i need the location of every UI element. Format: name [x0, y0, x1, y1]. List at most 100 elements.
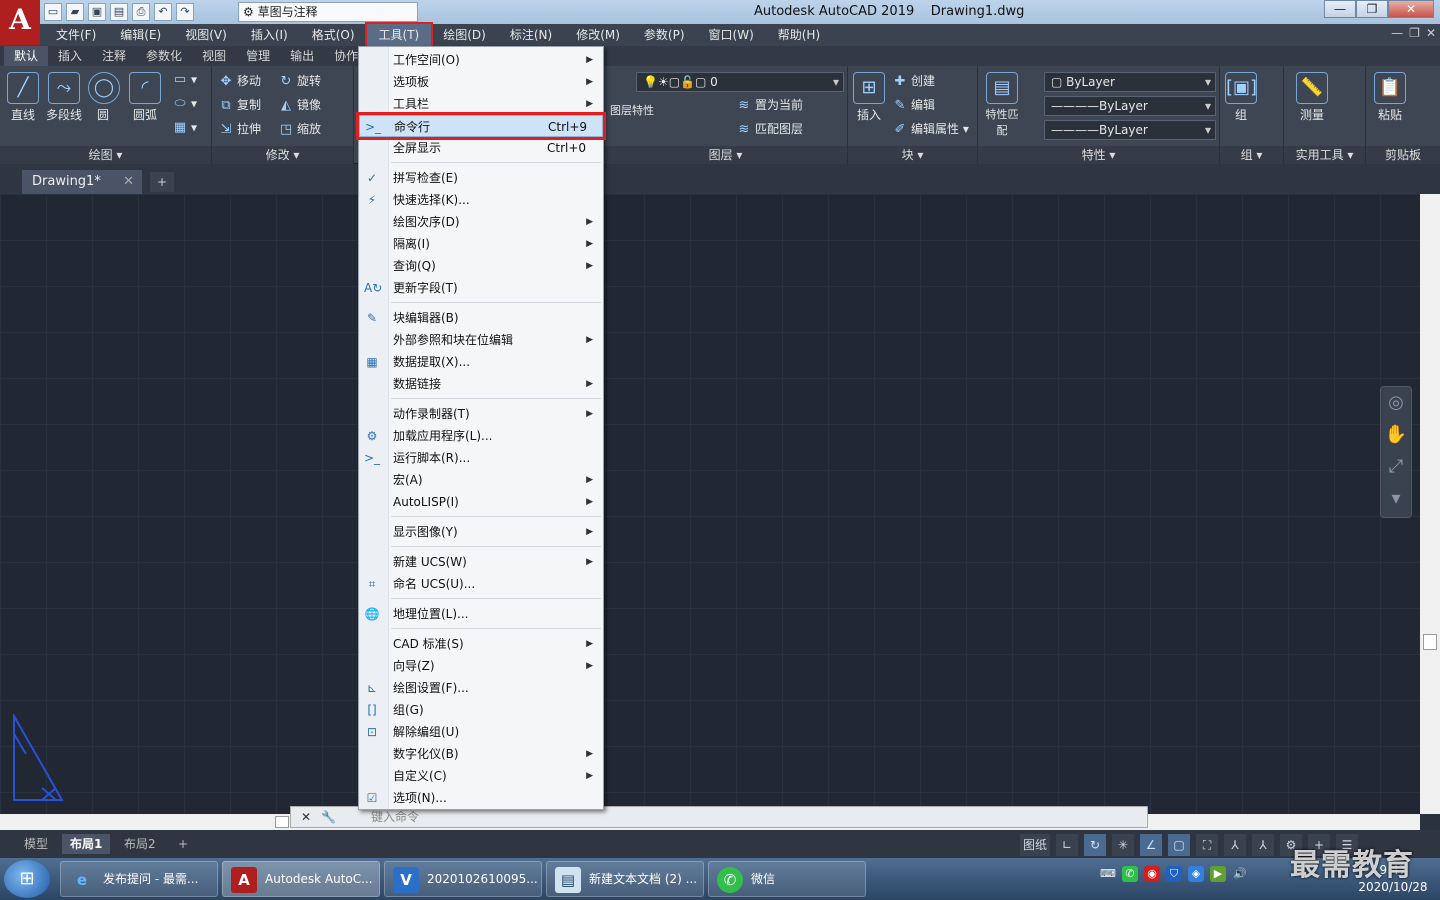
annotation-icon[interactable]: ⅄	[1224, 834, 1247, 856]
tools-menu-item-17[interactable]: >_ 运行脚本(R)...	[359, 447, 603, 469]
osnap-icon[interactable]: ∠	[1140, 834, 1163, 856]
vertical-scrollbar[interactable]	[1420, 194, 1440, 814]
groups-panel-label[interactable]: 组 ▾	[1220, 146, 1283, 164]
tools-menu-item-1[interactable]: 选项板 ▶	[359, 71, 603, 93]
application-menu-button[interactable]: A	[0, 0, 40, 45]
rectangle-tool[interactable]: ▭ ▾	[172, 72, 197, 88]
utilities-panel-label[interactable]: 实用工具 ▾	[1284, 146, 1365, 164]
tools-menu-item-25[interactable]: 向导(Z) ▶	[359, 655, 603, 677]
ribbon-tab-6[interactable]: 输出	[280, 46, 324, 66]
tools-menu-item-8[interactable]: 隔离(I) ▶	[359, 233, 603, 255]
circle-tool[interactable]: ◯ 圆	[88, 72, 120, 123]
tools-menu-item-31[interactable]: ☑ 选项(N)...	[359, 787, 603, 809]
ribbon-tab-0[interactable]: 默认	[4, 46, 49, 66]
new-file-icon[interactable]: ▭	[44, 3, 62, 21]
linetype-dropdown[interactable]: ————ByLayer	[1044, 96, 1216, 116]
ortho-icon[interactable]: ↻	[1084, 834, 1107, 856]
edit-attributes-tool[interactable]: ✐ 编辑属性 ▾	[892, 120, 969, 138]
rotate-tool[interactable]: ↻ 旋转	[278, 72, 321, 90]
task-autocad[interactable]: A Autodesk AutoC...	[222, 861, 380, 897]
layer-properties-tool[interactable]: 图层特性	[610, 102, 654, 118]
zoom-extents-icon[interactable]: ⤢	[1381, 451, 1411, 483]
ribbon-tab-2[interactable]: 注释	[92, 46, 136, 66]
menu-tools[interactable]: 工具(T)	[364, 22, 434, 48]
tools-menu-item-6[interactable]: ⚡ 快速选择(K)...	[359, 189, 603, 211]
tools-menu-item-29[interactable]: 数字化仪(B) ▶	[359, 743, 603, 765]
copy-tool[interactable]: ⧉ 复制	[218, 96, 261, 114]
tab-layout2[interactable]: 布局2	[116, 834, 164, 854]
task-notepad[interactable]: ▤ 新建文本文档 (2) ...	[546, 861, 704, 897]
paste-tool[interactable]: 📋 粘贴	[1372, 72, 1408, 123]
pan-hand-icon[interactable]: ✋	[1381, 419, 1411, 451]
tools-menu-item-24[interactable]: CAD 标准(S) ▶	[359, 633, 603, 655]
modify-panel-label[interactable]: 修改 ▾	[212, 146, 353, 164]
task-video[interactable]: V 2020102610095...	[384, 861, 542, 897]
command-input[interactable]: 键入命令	[371, 807, 419, 827]
tools-menu-item-22[interactable]: ⌗ 命名 UCS(U)...	[359, 573, 603, 595]
scale-tool[interactable]: ◳ 缩放	[278, 120, 321, 138]
hatch-tool[interactable]: ▦ ▾	[172, 120, 197, 136]
viewport-icon[interactable]: ⛶	[1196, 834, 1219, 856]
tools-menu-item-28[interactable]: ⊡ 解除编组(U)	[359, 721, 603, 743]
tools-menu-item-20[interactable]: 显示图像(Y) ▶	[359, 521, 603, 543]
lineweight-dropdown[interactable]: ————ByLayer	[1044, 120, 1216, 140]
tools-menu-item-10[interactable]: A↻ 更新字段(T)	[359, 277, 603, 299]
block-panel-label[interactable]: 块 ▾	[848, 146, 977, 164]
doc-restore-icon[interactable]: ❐	[1409, 26, 1420, 40]
ribbon-tab-1[interactable]: 插入	[48, 46, 92, 66]
keyboard-icon[interactable]: ⌨	[1100, 866, 1116, 882]
ribbon-tab-4[interactable]: 视图	[192, 46, 236, 66]
tools-menu-item-30[interactable]: 自定义(C) ▶	[359, 765, 603, 787]
layers-panel-label[interactable]: 图层 ▾	[604, 146, 847, 164]
redo-icon[interactable]: ↷	[176, 3, 194, 21]
ellipse-tool[interactable]: ⬭ ▾	[172, 96, 197, 112]
color-dropdown[interactable]: ▢ ByLayer	[1044, 72, 1216, 92]
polyline-tool[interactable]: ⤳ 多段线	[44, 72, 84, 123]
edit-block-tool[interactable]: ✎ 编辑	[892, 96, 935, 114]
tools-menu-item-16[interactable]: ⚙ 加载应用程序(L)...	[359, 425, 603, 447]
save-icon[interactable]: ▣	[88, 3, 106, 21]
steering-wheel-icon[interactable]: ◎	[1381, 387, 1411, 419]
ribbon-tab-5[interactable]: 管理	[236, 46, 280, 66]
menu-item-4[interactable]: 格式(O)	[300, 24, 367, 46]
tools-menu-item-19[interactable]: AutoLISP(I) ▶	[359, 491, 603, 513]
menu-item-2[interactable]: 视图(V)	[173, 24, 239, 46]
polar-icon[interactable]: ✳	[1112, 834, 1135, 856]
otrack-icon[interactable]: ▢	[1168, 834, 1191, 856]
wechat-tray-icon[interactable]: ✆	[1122, 866, 1138, 882]
save-as-icon[interactable]: ▤	[110, 3, 128, 21]
line-tool[interactable]: ╱ 直线	[6, 72, 40, 123]
volume-icon[interactable]: 🔊	[1232, 866, 1248, 882]
menu-item-6[interactable]: 绘图(D)	[431, 24, 498, 46]
group-tool[interactable]: [▣] 组	[1224, 72, 1258, 123]
menu-item-9[interactable]: 参数(P)	[632, 24, 697, 46]
tools-menu-item-2[interactable]: 工具栏 ▶	[359, 93, 603, 115]
properties-panel-label[interactable]: 特性 ▾	[978, 146, 1219, 164]
new-tab-button[interactable]: +	[150, 172, 174, 192]
undo-icon[interactable]: ↶	[154, 3, 172, 21]
antivirus-icon[interactable]: ◉	[1144, 866, 1160, 882]
doc-close-icon[interactable]: ✕	[1426, 26, 1436, 40]
menu-item-7[interactable]: 标注(N)	[498, 24, 564, 46]
create-block-tool[interactable]: ✚ 创建	[892, 72, 935, 90]
menu-item-11[interactable]: 帮助(H)	[766, 24, 832, 46]
menu-item-0[interactable]: 文件(F)	[44, 24, 108, 46]
tools-menu-item-12[interactable]: 外部参照和块在位编辑 ▶	[359, 329, 603, 351]
wrench-icon[interactable]: 🔧	[321, 807, 336, 827]
maximize-button[interactable]: ❐	[1356, 0, 1388, 18]
tools-menu-item-14[interactable]: 数据链接 ▶	[359, 373, 603, 395]
document-tab-drawing1[interactable]: Drawing1* ✕	[22, 170, 142, 194]
horizontal-scroll-thumb[interactable]	[275, 816, 289, 828]
draw-panel-label[interactable]: 绘图 ▾	[0, 146, 211, 164]
insert-tool[interactable]: ⊞ 插入	[852, 72, 886, 123]
ribbon-tab-3[interactable]: 参数化	[136, 46, 192, 66]
match-layer-tool[interactable]: ≋ 匹配图层	[736, 120, 803, 138]
task-ie[interactable]: e 发布提问 - 最需...	[60, 861, 218, 897]
tools-menu-item-11[interactable]: ✎ 块编辑器(B)	[359, 307, 603, 329]
close-button[interactable]: ✕	[1388, 0, 1434, 18]
tools-menu-item-15[interactable]: 动作录制器(T) ▶	[359, 403, 603, 425]
print-icon[interactable]: ⎙	[132, 3, 150, 21]
tools-menu-item-9[interactable]: 查询(Q) ▶	[359, 255, 603, 277]
nvidia-icon[interactable]: ▶	[1210, 866, 1226, 882]
drawing-canvas[interactable]	[0, 194, 1420, 814]
